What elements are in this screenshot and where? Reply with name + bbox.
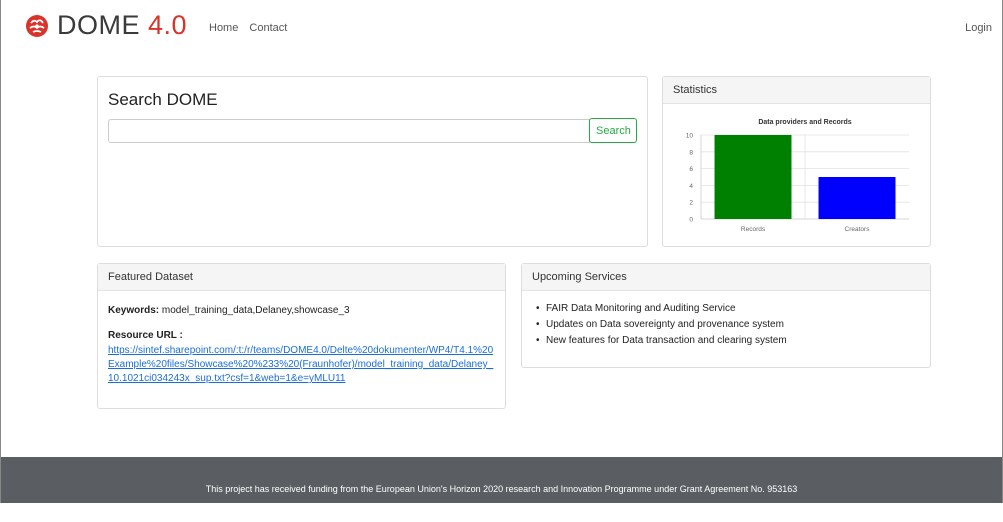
x-tick-label: Creators	[845, 226, 871, 233]
y-tick-label: 6	[689, 166, 693, 173]
nav-contact-link[interactable]: Contact	[249, 22, 287, 34]
logo-text: DOME 4.0	[57, 10, 188, 40]
login-link[interactable]: Login	[965, 22, 992, 34]
logo-brain-icon	[26, 14, 48, 37]
footer: This project has received funding from t…	[1, 457, 1002, 503]
footer-text: This project has received funding from t…	[205, 484, 798, 494]
logo-version: 4.0	[148, 10, 188, 40]
bar-chart: Data providers and Records 0 2 4 6 8 10 Records…	[686, 119, 909, 233]
nav-links: Home Contact	[209, 22, 295, 34]
y-tick-label: 4	[689, 183, 693, 190]
search-input[interactable]	[108, 119, 590, 143]
statistics-header: Statistics	[663, 77, 930, 104]
keywords-label: Keywords:	[108, 305, 160, 316]
bar-records	[714, 135, 792, 219]
chart-title: Data providers and Records	[758, 119, 851, 126]
logo[interactable]: DOME 4.0	[25, 12, 187, 39]
x-tick-label: Records	[741, 226, 766, 233]
search-card: Search DOME Search	[97, 76, 648, 247]
statistics-card: Statistics Data providers and Records 0 2 4…	[662, 76, 931, 247]
search-title: Search DOME	[108, 90, 218, 109]
search-button[interactable]: Search	[589, 118, 637, 143]
keywords-value: model_training_data,Delaney,showcase_3	[161, 305, 350, 316]
resource-url-label: Resource URL :	[108, 330, 183, 341]
nav-home-link[interactable]: Home	[209, 22, 238, 34]
y-tick-label: 10	[686, 133, 694, 140]
upcoming-list: FAIR Data Monitoring and Auditing Servic…	[532, 301, 787, 349]
list-item: New features for Data transaction and cl…	[532, 333, 787, 349]
upcoming-services-card: Upcoming Services FAIR Data Monitoring a…	[521, 263, 931, 368]
list-item: FAIR Data Monitoring and Auditing Servic…	[532, 301, 787, 317]
featured-header: Featured Dataset	[98, 264, 505, 291]
list-item: Updates on Data sovereignty and provenan…	[532, 317, 787, 333]
y-tick-label: 2	[689, 200, 693, 207]
featured-dataset-card: Featured Dataset Keywords: model_trainin…	[97, 263, 506, 409]
y-tick-label: 8	[689, 149, 693, 156]
bar-creators	[818, 177, 896, 219]
navbar: DOME 4.0 Home Contact Login	[1, 0, 1002, 58]
chart-container: Data providers and Records 0 2 4 6 8 10 Records…	[671, 107, 921, 242]
resource-url-link[interactable]: https://sintef.sharepoint.com/:t:/r/team…	[108, 344, 498, 386]
upcoming-header: Upcoming Services	[522, 264, 930, 291]
y-tick-label: 0	[689, 217, 693, 224]
keywords-line: Keywords: model_training_data,Delaney,sh…	[108, 305, 350, 316]
